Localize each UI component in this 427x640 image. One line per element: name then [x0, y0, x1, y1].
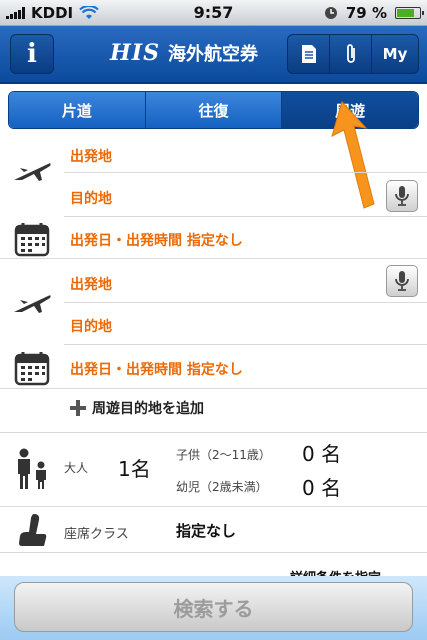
calendar-icon — [14, 223, 50, 257]
seat-class-label: 座席クラス — [64, 527, 129, 542]
leg1-departure[interactable]: 出発地 — [70, 146, 112, 166]
microphone-icon — [395, 271, 409, 291]
calendar-icon — [14, 352, 50, 386]
divider — [0, 432, 427, 433]
add-destination-label: 周遊目的地を追加 — [92, 401, 204, 417]
tab-round-trip[interactable]: 往復 — [145, 92, 283, 128]
bottom-bar: 検索する — [0, 576, 427, 640]
leg2-destination[interactable]: 目的地 — [70, 316, 112, 336]
divider — [64, 216, 427, 217]
app-header: i HIS 海外航空券 My — [0, 26, 427, 84]
divider — [64, 302, 427, 303]
infant-count[interactable]: 0 名 — [302, 472, 341, 501]
leg2-date-time[interactable]: 出発日・出発時間 指定なし — [70, 359, 243, 379]
my-button[interactable]: My — [372, 35, 418, 73]
infant-label: 幼児（2歳未満） — [176, 480, 268, 494]
page-title: 海外航空券 — [167, 44, 258, 65]
battery-icon — [395, 6, 424, 19]
pointer-arrow — [331, 101, 375, 209]
leg2-voice-button[interactable] — [386, 265, 418, 297]
brand: HIS 海外航空券 — [110, 40, 258, 66]
clip-button[interactable] — [330, 35, 372, 73]
leg1-date-time[interactable]: 出発日・出発時間 指定なし — [70, 230, 243, 250]
add-destination-button[interactable]: 周遊目的地を追加 — [70, 398, 204, 418]
leg1-destination[interactable]: 目的地 — [70, 188, 112, 208]
plus-icon — [70, 400, 86, 416]
document-button[interactable] — [288, 35, 330, 73]
child-label: 子供（2〜11歳） — [176, 448, 271, 462]
family-icon — [18, 448, 46, 489]
plane-icon — [14, 295, 51, 313]
search-button[interactable]: 検索する — [14, 582, 413, 632]
seat-icon — [19, 514, 47, 546]
seat-class-value[interactable]: 指定なし — [176, 520, 236, 541]
info-icon: i — [27, 39, 37, 69]
microphone-icon — [395, 186, 409, 206]
tab-one-way[interactable]: 片道 — [9, 92, 146, 128]
divider — [0, 506, 427, 507]
divider — [0, 388, 427, 389]
info-button[interactable]: i — [10, 34, 54, 74]
divider — [0, 552, 427, 553]
battery-percent: 79 % — [345, 3, 387, 22]
clock-icon — [324, 6, 337, 19]
divider — [64, 344, 427, 345]
his-logo: HIS — [110, 40, 160, 66]
status-bar: KDDI 9:57 79 % — [0, 0, 427, 26]
adult-label: 大人 — [64, 461, 89, 475]
divider — [0, 258, 427, 259]
child-count[interactable]: 0 名 — [302, 438, 341, 467]
divider — [64, 172, 427, 173]
leg1-voice-button[interactable] — [386, 180, 418, 212]
header-actions: My — [287, 34, 419, 74]
adult-count[interactable]: 1名 — [118, 453, 151, 482]
document-icon — [301, 45, 316, 63]
plane-icon — [14, 163, 51, 181]
paperclip-icon — [346, 44, 355, 63]
leg2-departure[interactable]: 出発地 — [70, 274, 112, 294]
